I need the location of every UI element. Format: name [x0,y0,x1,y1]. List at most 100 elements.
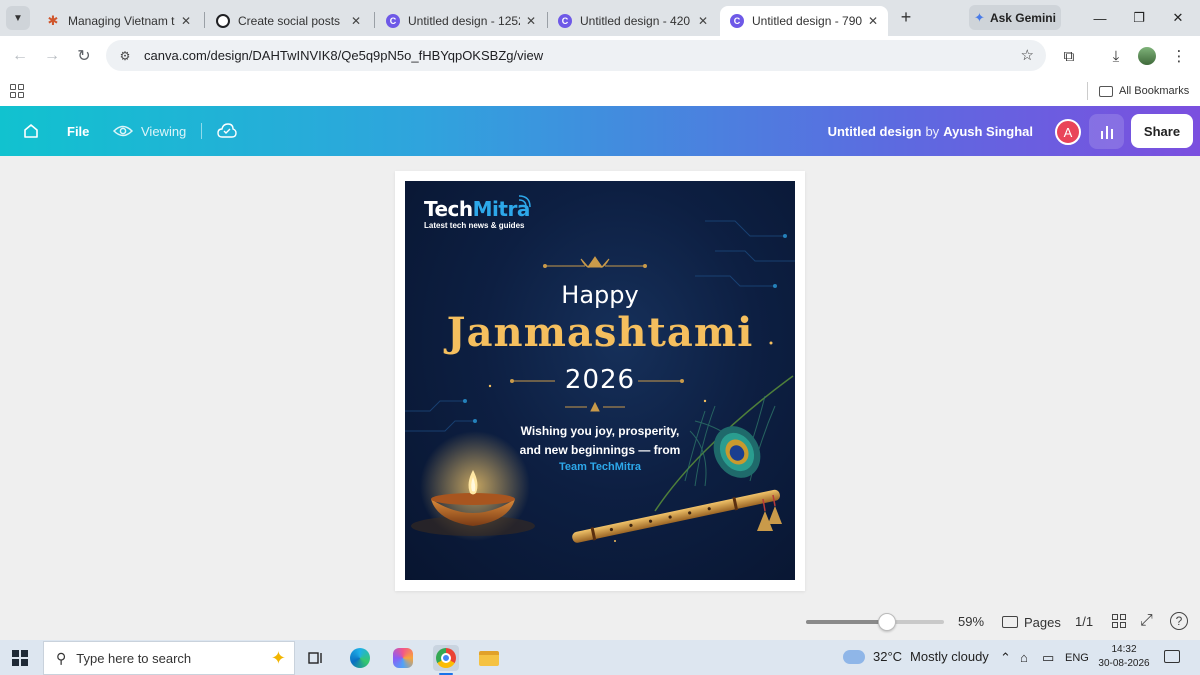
zoom-slider[interactable] [806,613,944,631]
eye-icon [113,125,133,137]
kebab-menu-icon[interactable]: ⋮ [1168,45,1190,67]
pages-icon [1002,616,1018,628]
reload-icon[interactable]: ↻ [72,44,96,68]
window-close-icon[interactable]: ✕ [1163,6,1193,30]
festival-year: 2026 [564,365,636,395]
new-tab-plus-icon[interactable]: + [896,8,916,28]
tab-separator [204,12,205,28]
canva-favicon-icon: C [730,14,744,28]
edge-browser-icon[interactable] [347,645,373,671]
back-arrow-icon[interactable]: ← [8,44,32,68]
all-bookmarks-label: All Bookmarks [1119,85,1190,97]
file-explorer-icon[interactable] [476,645,502,671]
design-title[interactable]: Untitled design by Ayush Singhal [828,106,1033,156]
restore-icon[interactable]: ❐ [1124,6,1154,30]
copilot-app-icon[interactable] [390,645,416,671]
wish-message: Wishing you joy, prosperity, and new beg… [405,422,795,460]
pages-label: Pages [1024,614,1061,630]
site-info-icon[interactable]: ⚙ [116,47,134,65]
insights-bar-chart-icon[interactable] [1089,114,1124,149]
tab-title: Untitled design - 790 [752,14,862,28]
browser-toolbar: ← → ↻ ⚙ canva.com/design/DAHTwINVIK8/Qe5… [0,36,1200,76]
viewing-label: Viewing [141,123,187,139]
chrome-browser-icon[interactable] [433,645,459,675]
forward-arrow-icon[interactable]: → [40,44,64,68]
techmitra-logo: TechMitra Latest tech news & guides [424,197,530,230]
tab-title: Create social posts [238,14,341,28]
design-page[interactable]: TechMitra Latest tech news & guides Happ… [395,171,805,591]
language-indicator[interactable]: ENG [1065,652,1089,664]
search-icon: ⚲ [56,649,67,666]
bookmarks-separator [1087,82,1088,100]
browser-tab-managing-vietnam[interactable]: ✱ Managing Vietnam traf ✕ [36,6,201,36]
cloud-saved-icon[interactable] [217,106,237,156]
janmashtami-poster: TechMitra Latest tech news & guides Happ… [405,181,795,580]
ask-gemini-button[interactable]: ✦ Ask Gemini [969,5,1061,30]
share-button[interactable]: Share [1131,114,1193,148]
zoom-percentage[interactable]: 59% [958,614,984,629]
tab-search-chevron-icon[interactable]: ▼ [6,6,30,30]
weather-condition: Mostly cloudy [910,649,989,664]
asterisk-favicon-icon: ✱ [47,13,59,28]
address-bar[interactable]: ⚙ canva.com/design/DAHTwINVIK8/Qe5q9pN5o… [106,40,1046,71]
canva-header-bar: File Viewing Untitled design by Ayush Si… [0,106,1200,156]
grid-view-icon[interactable] [1112,614,1126,628]
openai-favicon-icon [216,14,230,28]
tab-separator [374,12,375,28]
canva-favicon-icon: C [558,14,572,28]
tray-chevron-up-icon[interactable]: ⌃ [1000,650,1011,666]
browser-tab-create-social-posts[interactable]: Create social posts ✕ [206,6,371,36]
bookmarks-bar: All Bookmarks [0,76,1200,106]
windows-start-icon[interactable] [12,650,28,666]
page-count: 1/1 [1075,614,1094,629]
festival-title: Janmashtami [446,309,754,356]
by-label: by [925,123,940,139]
task-view-icon[interactable] [303,645,329,671]
fullscreen-expand-icon[interactable]: ⤢ [1140,612,1153,630]
folder-icon [1099,85,1113,97]
tab-close-icon[interactable]: ✕ [526,14,536,28]
clock-date: 30-08-2026 [1098,658,1150,669]
notification-icon[interactable] [1164,650,1180,663]
profile-avatar-icon[interactable] [1136,45,1158,67]
zoom-slider-knob[interactable] [878,613,896,631]
zoom-slider-fill [806,620,887,624]
wish-line-1: Wishing you joy, prosperity, [520,424,680,438]
tab-close-icon[interactable]: ✕ [181,14,191,28]
tab-close-icon[interactable]: ✕ [351,14,361,28]
help-question-icon[interactable]: ? [1170,612,1188,630]
home-icon[interactable] [22,106,40,156]
user-avatar[interactable]: A [1055,119,1081,145]
extensions-puzzle-icon[interactable]: ⧉ [1058,45,1080,67]
viewing-mode-button[interactable]: Viewing [113,106,186,156]
download-icon[interactable]: ⤓ [1105,45,1127,67]
ask-gemini-label: Ask Gemini [989,10,1056,25]
copilot-sparkle-icon: ✦ [270,648,286,668]
cloud-weather-icon [843,649,865,664]
apps-grid-icon[interactable] [10,84,24,98]
search-placeholder: Type here to search [76,650,192,666]
all-bookmarks-button[interactable]: All Bookmarks [1099,82,1189,100]
design-name: Untitled design [827,123,922,139]
pages-button[interactable]: Pages [1002,612,1061,632]
bookmark-star-icon[interactable]: ☆ [1021,46,1034,64]
browser-tab-untitled-420[interactable]: C Untitled design - 420 ✕ [548,6,718,36]
tab-close-icon[interactable]: ✕ [698,14,708,28]
tab-title: Managing Vietnam traf [68,14,175,28]
minimize-icon[interactable]: — [1085,6,1115,30]
tab-title: Untitled design - 420 [580,14,691,28]
network-icon[interactable]: ⌂ [1020,650,1028,665]
file-menu-button[interactable]: File [67,106,89,156]
browser-tab-strip: ▼ ✱ Managing Vietnam traf ✕ Create socia… [0,0,1200,36]
tab-close-icon[interactable]: ✕ [868,14,878,28]
browser-tab-untitled-790[interactable]: C Untitled design - 790 ✕ [720,6,888,36]
weather-widget[interactable]: 32°C Mostly cloudy [843,649,989,664]
canva-favicon-icon: C [386,14,400,28]
taskbar-search-input[interactable]: ⚲ Type here to search ✦ [43,641,295,675]
browser-tab-untitled-1252[interactable]: C Untitled design - 1252 ✕ [376,6,546,36]
gemini-sparkle-icon: ✦ [974,9,985,25]
team-signature: Team TechMitra [558,461,642,473]
battery-icon[interactable]: ▭ [1042,650,1054,666]
system-clock[interactable]: 14:32 30-08-2026 [1096,643,1152,671]
brand-name: TechMitra [424,197,530,221]
